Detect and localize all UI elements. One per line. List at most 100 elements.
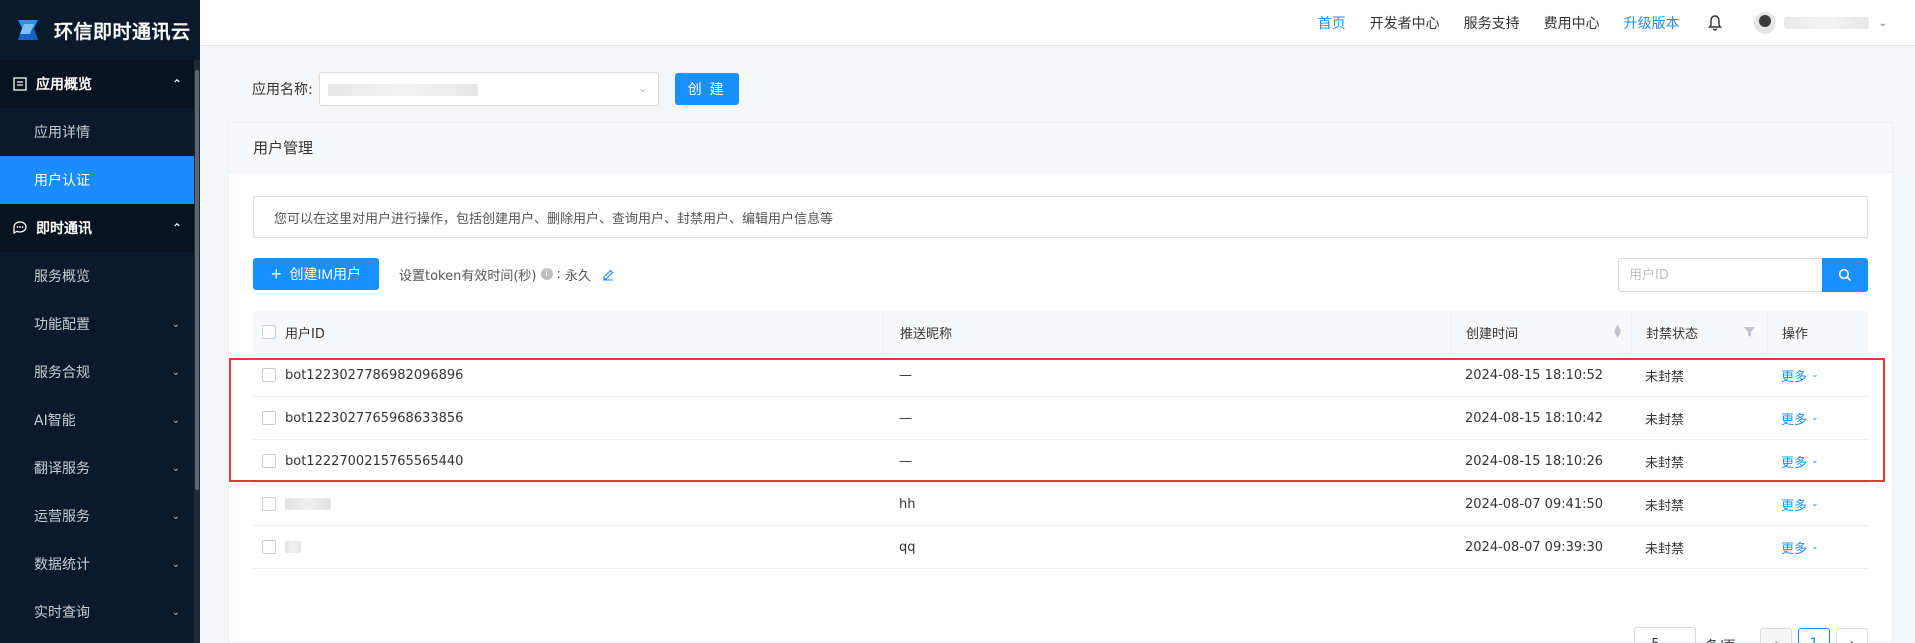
- sidebar-item-label: 服务概览: [34, 269, 90, 285]
- col-create-time[interactable]: 创建时间 ▲ ▼: [1451, 311, 1631, 353]
- create-app-button[interactable]: 创 建: [674, 73, 739, 105]
- token-setting-label: 设置token有效时间(秒): [399, 268, 537, 284]
- username-blurred[interactable]: [1783, 17, 1869, 29]
- select-all-checkbox[interactable]: [262, 325, 276, 339]
- edit-icon[interactable]: [601, 267, 615, 281]
- top-link-upgrade[interactable]: 升级版本: [1624, 13, 1680, 33]
- sidebar-item-ai[interactable]: AI智能 ⌄: [0, 396, 200, 444]
- chevron-down-icon: ⌄: [637, 81, 648, 95]
- search-button[interactable]: [1822, 258, 1868, 292]
- sidebar-item-app-details[interactable]: 应用详情: [0, 108, 200, 156]
- cell-nickname: qq: [899, 539, 916, 555]
- row-checkbox[interactable]: [262, 454, 276, 468]
- cell-ban-status: 未封禁: [1645, 369, 1685, 385]
- top-link-support[interactable]: 服务支持: [1464, 13, 1520, 33]
- chevron-down-icon: ⌄: [171, 606, 180, 618]
- next-page-button[interactable]: ›: [1836, 628, 1868, 643]
- prev-page-button[interactable]: ‹: [1760, 628, 1792, 643]
- row-checkbox-cell: [253, 368, 283, 382]
- user-id-search-input[interactable]: [1618, 258, 1822, 292]
- token-setting: 设置token有效时间(秒) i : 永久: [399, 258, 615, 290]
- create-im-user-button[interactable]: + 创建IM用户: [253, 258, 379, 290]
- chevron-down-icon: ⌄: [171, 414, 180, 426]
- sidebar-item-operations[interactable]: 运营服务 ⌄: [0, 492, 200, 540]
- list-icon: [13, 77, 27, 91]
- row-checkbox-cell: [253, 497, 283, 511]
- sidebar-group-label: 即时通讯: [36, 221, 92, 237]
- header-checkbox-cell: [253, 325, 283, 339]
- sidebar-group-im[interactable]: 即时通讯 ⌃: [0, 204, 200, 252]
- cell-create-time: 2024-08-15 18:10:26: [1465, 453, 1604, 469]
- app-name-select[interactable]: ⌄: [318, 72, 659, 106]
- sidebar-item-compliance[interactable]: 服务合规 ⌄: [0, 348, 200, 396]
- chevron-down-icon: ⌄: [171, 558, 180, 570]
- more-label: 更多: [1781, 498, 1808, 514]
- token-colon: :: [556, 266, 561, 282]
- table-body: bot1223027786982096896 — 2024-08-15 18:1…: [253, 354, 1868, 569]
- more-dropdown[interactable]: 更多 ⌄: [1781, 452, 1819, 471]
- page-size-select[interactable]: 5 ⌄: [1633, 627, 1696, 643]
- page-number-button[interactable]: 1: [1798, 628, 1830, 643]
- cell-create-time: 2024-08-15 18:10:42: [1465, 410, 1604, 426]
- row-checkbox[interactable]: [262, 497, 276, 511]
- sidebar-item-label: 服务合规: [34, 365, 90, 381]
- more-dropdown[interactable]: 更多 ⌄: [1781, 409, 1819, 428]
- sort-icon[interactable]: ▲ ▼: [1614, 324, 1621, 340]
- cell-create-time: 2024-08-07 09:41:50: [1465, 496, 1604, 512]
- plus-icon: +: [270, 264, 282, 284]
- filter-icon[interactable]: [1744, 327, 1755, 337]
- cell-nickname: —: [899, 367, 912, 383]
- table-row: hh 2024-08-07 09:41:50 未封禁 更多 ⌄: [253, 483, 1868, 526]
- chevron-down-icon: ⌄: [1811, 542, 1819, 552]
- top-nav: 首页 开发者中心 服务支持 费用中心 升级版本 ⌄: [1294, 0, 1915, 46]
- bell-icon[interactable]: [1706, 14, 1724, 32]
- cell-user-id: bot1222700215765565440: [285, 453, 464, 469]
- chevron-down-icon[interactable]: ⌄: [1879, 18, 1887, 29]
- sidebar-group-label: 应用概览: [36, 77, 92, 93]
- sidebar-item-user-auth[interactable]: 用户认证: [0, 156, 200, 204]
- col-actions-label: 操作: [1782, 326, 1809, 342]
- chevron-right-icon: ›: [1849, 636, 1855, 643]
- more-label: 更多: [1781, 412, 1808, 428]
- sidebar-item-label: 运营服务: [34, 509, 90, 525]
- chevron-down-icon: ⌄: [1811, 413, 1819, 423]
- chevron-down-icon: ⌄: [1670, 639, 1678, 643]
- sidebar-group-app-overview[interactable]: 应用概览 ⌃: [0, 60, 200, 108]
- row-checkbox[interactable]: [262, 411, 276, 425]
- more-dropdown[interactable]: 更多 ⌄: [1781, 538, 1819, 557]
- chat-bubble-icon: [13, 221, 27, 235]
- cell-create-time: 2024-08-15 18:10:52: [1465, 367, 1604, 383]
- more-label: 更多: [1781, 541, 1808, 557]
- chevron-down-icon: ⌄: [1811, 370, 1819, 380]
- sidebar-item-service-overview[interactable]: 服务概览: [0, 252, 200, 300]
- sidebar-item-translation[interactable]: 翻译服务 ⌄: [0, 444, 200, 492]
- cell-actions: 更多 ⌄: [1767, 483, 1868, 525]
- top-bar: 首页 开发者中心 服务支持 费用中心 升级版本 ⌄: [200, 0, 1915, 46]
- more-dropdown[interactable]: 更多 ⌄: [1781, 495, 1819, 514]
- scrollbar-thumb[interactable]: [195, 70, 199, 490]
- top-link-billing[interactable]: 费用中心: [1544, 13, 1600, 33]
- app-name-blurred: [327, 84, 478, 96]
- chevron-down-icon: ⌄: [171, 462, 180, 474]
- table-row: bot1222700215765565440 — 2024-08-15 18:1…: [253, 440, 1868, 483]
- avatar[interactable]: [1753, 12, 1776, 34]
- chevron-down-icon: ⌄: [1811, 456, 1819, 466]
- info-icon[interactable]: i: [540, 268, 553, 280]
- cell-user-id: [283, 498, 883, 510]
- more-dropdown[interactable]: 更多 ⌄: [1781, 366, 1819, 385]
- sidebar-item-feature-config[interactable]: 功能配置 ⌄: [0, 300, 200, 348]
- top-link-developer[interactable]: 开发者中心: [1370, 13, 1440, 33]
- cell-nickname: hh: [899, 496, 916, 512]
- brand-logo[interactable]: 环信即时通讯云: [0, 0, 200, 60]
- col-push-nickname: 推送昵称: [883, 311, 1451, 353]
- chevron-up-icon: ⌃: [171, 221, 182, 235]
- row-checkbox[interactable]: [262, 540, 276, 554]
- cell-user-id: bot1223027786982096896: [285, 367, 464, 383]
- sidebar-item-statistics[interactable]: 数据统计 ⌄: [0, 540, 200, 588]
- col-ban-status[interactable]: 封禁状态: [1631, 311, 1767, 353]
- top-link-home[interactable]: 首页: [1318, 13, 1346, 33]
- cell-create-time: 2024-08-07 09:39:30: [1465, 539, 1604, 555]
- sidebar-item-realtime-query[interactable]: 实时查询 ⌄: [0, 588, 200, 636]
- sidebar-item-label: AI智能: [34, 413, 76, 429]
- row-checkbox[interactable]: [262, 368, 276, 382]
